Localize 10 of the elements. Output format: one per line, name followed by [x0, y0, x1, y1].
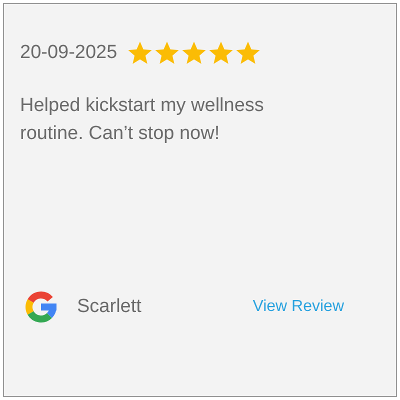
- star-icon: [181, 40, 208, 66]
- star-icon: [127, 40, 154, 66]
- view-review-link[interactable]: View Review: [252, 298, 344, 316]
- review-text: Helped kickstart my wellness routine. Can’t stop now!: [20, 94, 265, 146]
- logo-icon: [24, 290, 58, 324]
- star-icon: [154, 40, 180, 66]
- reviewer-name: Scarlett: [77, 296, 142, 318]
- star-icon: [235, 40, 262, 66]
- review-date: 20-09-2025: [20, 42, 118, 64]
- star-icon: [208, 40, 234, 66]
